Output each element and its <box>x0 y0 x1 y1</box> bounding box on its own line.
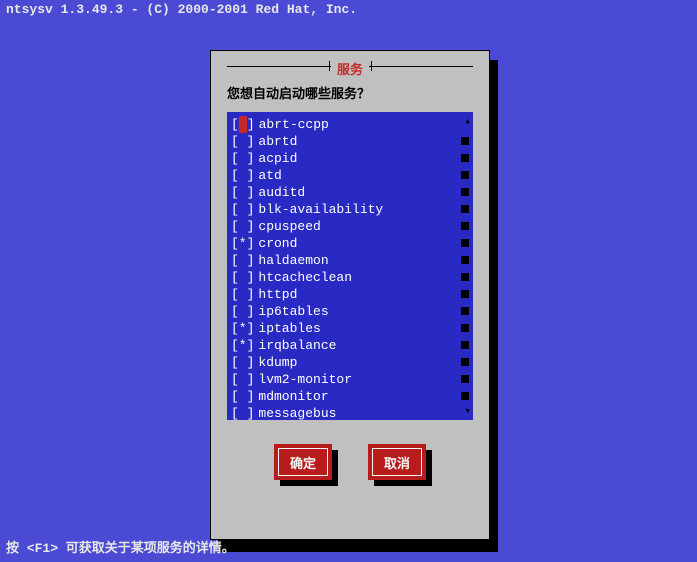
scrollbar-track-icon[interactable] <box>461 222 469 230</box>
scrollbar-track-icon[interactable] <box>461 290 469 298</box>
service-row[interactable]: [ ]auditd <box>231 184 469 201</box>
cancel-button[interactable]: 取消 <box>368 444 426 480</box>
service-row[interactable]: [ ]blk-availability <box>231 201 469 218</box>
service-checkbox[interactable]: [ ] <box>231 150 254 167</box>
title-bracket-left <box>329 61 330 71</box>
dialog-prompt: 您想自动启动哪些服务？ <box>227 83 473 102</box>
title-bracket-right <box>371 61 372 71</box>
service-checkbox[interactable]: [ ] <box>231 252 254 269</box>
service-checkbox[interactable]: [ ] <box>231 303 254 320</box>
service-row[interactable]: [ ]ip6tables <box>231 303 469 320</box>
cancel-button-label: 取消 <box>384 453 410 472</box>
service-name: blk-availability <box>258 201 469 218</box>
service-checkbox[interactable]: [ ] <box>231 133 254 150</box>
scrollbar-track-icon[interactable] <box>461 375 469 383</box>
service-checkbox[interactable]: [*] <box>231 235 254 252</box>
ok-button[interactable]: 确定 <box>274 444 332 480</box>
service-row[interactable]: [ ]abrtd <box>231 133 469 150</box>
service-name: irqbalance <box>258 337 469 354</box>
service-name: htcacheclean <box>258 269 469 286</box>
help-text: 按 <F1> 可获取关于某项服务的详情。 <box>6 537 235 556</box>
button-row: 确定 取消 <box>227 444 473 480</box>
service-name: crond <box>258 235 469 252</box>
service-checkbox[interactable]: [*] <box>231 337 254 354</box>
service-row[interactable]: [ ]httpd <box>231 286 469 303</box>
service-checkbox[interactable]: [ ] <box>231 286 254 303</box>
service-checkbox[interactable]: [ ] <box>231 371 254 388</box>
service-checkbox[interactable]: [ ] <box>231 218 254 235</box>
scroll-down-icon[interactable]: ▾ <box>464 404 471 418</box>
dialog-title: 服务 <box>331 59 369 78</box>
service-row[interactable]: [ ]acpid <box>231 150 469 167</box>
service-name: kdump <box>258 354 469 371</box>
service-name: abrt-ccpp <box>259 116 469 133</box>
service-row[interactable]: [ ]haldaemon <box>231 252 469 269</box>
ok-button-wrap: 确定 <box>274 444 332 480</box>
service-name: atd <box>258 167 469 184</box>
service-row[interactable]: [*]irqbalance <box>231 337 469 354</box>
scrollbar-track-icon[interactable] <box>461 307 469 315</box>
service-row[interactable]: [ ]cpuspeed <box>231 218 469 235</box>
service-checkbox[interactable]: [ ] <box>231 405 254 422</box>
scrollbar-track-icon[interactable] <box>461 188 469 196</box>
service-name: auditd <box>258 184 469 201</box>
service-name: httpd <box>258 286 469 303</box>
service-checkbox[interactable]: [ ] <box>231 184 254 201</box>
scrollbar-track-icon[interactable] <box>461 341 469 349</box>
service-row[interactable]: [ ]messagebus <box>231 405 469 422</box>
scrollbar-track-icon[interactable] <box>461 171 469 179</box>
service-name: ip6tables <box>258 303 469 320</box>
service-name: mdmonitor <box>258 388 469 405</box>
scrollbar-track-icon[interactable] <box>461 256 469 264</box>
service-checkbox[interactable]: [ ] <box>231 201 254 218</box>
app-title: ntsysv 1.3.49.3 - (C) 2000-2001 Red Hat,… <box>0 0 363 19</box>
service-row[interactable]: [*]crond <box>231 235 469 252</box>
scrollbar-track-icon[interactable] <box>461 154 469 162</box>
service-checkbox[interactable]: [ ] <box>231 354 254 371</box>
service-checkbox[interactable]: [*] <box>231 320 254 337</box>
scrollbar-track-icon[interactable] <box>461 324 469 332</box>
service-checkbox[interactable]: [ ] <box>231 388 254 405</box>
service-name: lvm2-monitor <box>258 371 469 388</box>
scrollbar-track-icon[interactable] <box>461 392 469 400</box>
service-name: abrtd <box>258 133 469 150</box>
service-row[interactable]: [*]iptables <box>231 320 469 337</box>
scrollbar-track-icon[interactable] <box>461 205 469 213</box>
scrollbar-track-icon[interactable] <box>461 358 469 366</box>
service-checkbox[interactable]: [ ] <box>231 167 254 184</box>
service-name: iptables <box>258 320 469 337</box>
scrollbar-track-icon[interactable] <box>461 273 469 281</box>
scrollbar-track-icon[interactable] <box>461 239 469 247</box>
service-row[interactable]: [ ]mdmonitor <box>231 388 469 405</box>
service-row[interactable]: [ ]atd <box>231 167 469 184</box>
service-name: messagebus <box>258 405 469 422</box>
service-row[interactable]: [█]abrt-ccpp <box>231 116 469 133</box>
dialog-title-wrap: 服务 <box>227 59 473 73</box>
ok-button-label: 确定 <box>290 453 316 472</box>
scrollbar-track-icon[interactable] <box>461 137 469 145</box>
service-row[interactable]: [ ]kdump <box>231 354 469 371</box>
cursor-icon: █ <box>239 116 247 133</box>
service-name: acpid <box>258 150 469 167</box>
cancel-button-wrap: 取消 <box>368 444 426 480</box>
service-name: haldaemon <box>258 252 469 269</box>
service-checkbox[interactable]: [ ] <box>231 269 254 286</box>
service-row[interactable]: [ ]lvm2-monitor <box>231 371 469 388</box>
services-dialog: 服务 您想自动启动哪些服务？ ▴ ▾ [█]abrt-ccpp[ ]abrtd[… <box>210 50 490 540</box>
services-listbox[interactable]: ▴ ▾ [█]abrt-ccpp[ ]abrtd[ ]acpid[ ]atd[ … <box>227 112 473 420</box>
service-name: cpuspeed <box>258 218 469 235</box>
service-row[interactable]: [ ]htcacheclean <box>231 269 469 286</box>
service-checkbox[interactable]: [█] <box>231 116 255 133</box>
scroll-up-icon[interactable]: ▴ <box>464 114 471 128</box>
